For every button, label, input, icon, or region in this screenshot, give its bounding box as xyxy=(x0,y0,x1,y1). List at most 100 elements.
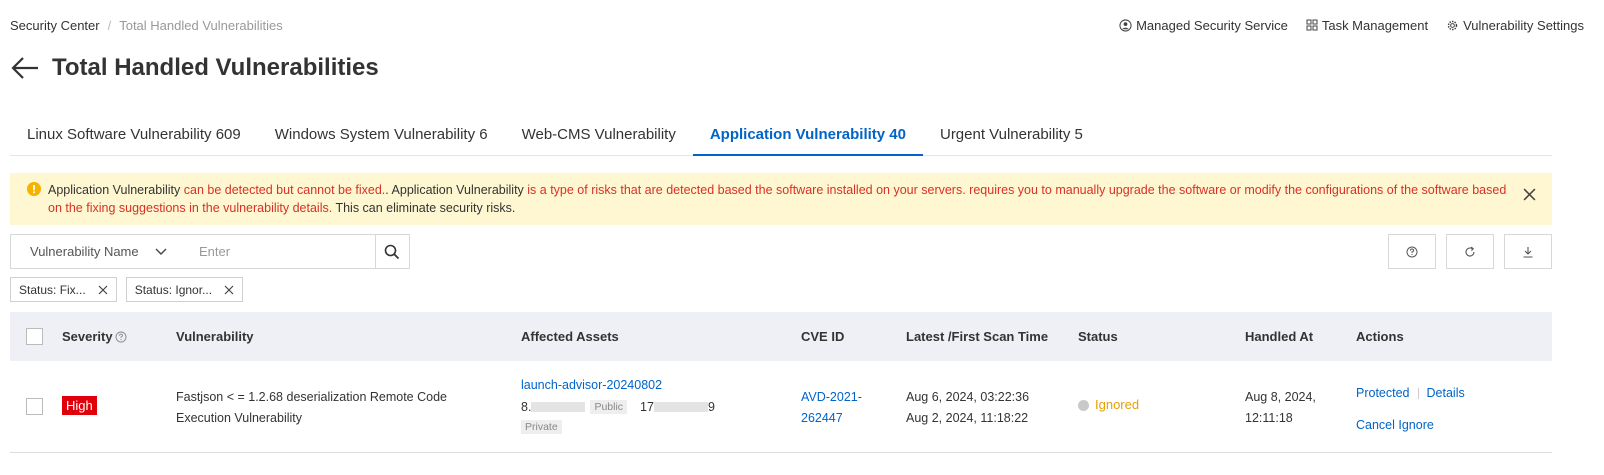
refresh-icon xyxy=(1465,246,1475,257)
alert-text-1: Application Vulnerability xyxy=(48,183,181,197)
table-row: High Fastjson < = 1.2.68 deserialization… xyxy=(10,361,1552,453)
header-vulnerability: Vulnerability xyxy=(176,329,254,344)
header-actions: Actions xyxy=(1356,329,1404,344)
breadcrumb-current: Total Handled Vulnerabilities xyxy=(119,17,283,33)
private-ip-prefix: 17 xyxy=(640,399,654,414)
filter-chips: Status: Fix... Status: Ignor... xyxy=(10,277,244,302)
handled-at-date: Aug 8, 2024, xyxy=(1245,390,1316,404)
vulnerability-name[interactable]: Fastjson < = 1.2.68 deserialization Remo… xyxy=(176,387,447,429)
search-button[interactable] xyxy=(374,235,409,268)
status-dot-icon xyxy=(1078,400,1089,412)
handled-at-time: 12:11:18 xyxy=(1245,411,1293,425)
filter-chip-status-ignored: Status: Ignor... xyxy=(125,277,244,302)
row-checkbox[interactable] xyxy=(26,398,43,415)
handled-at-cell: Aug 8, 2024, 12:11:18 xyxy=(1245,387,1316,429)
alert-text-2: can be detected but cannot be fixed. xyxy=(180,183,386,197)
masked-ip xyxy=(531,401,586,412)
user-circle-icon xyxy=(1119,18,1132,32)
select-all-checkbox[interactable] xyxy=(26,328,43,345)
top-bar: Security Center / Total Handled Vulnerab… xyxy=(10,16,1584,34)
gear-icon xyxy=(1447,20,1458,30)
chevron-down-icon xyxy=(155,248,167,255)
affected-assets-cell: launch-advisor-20240802 8. Public 17 9 P… xyxy=(521,376,715,437)
filter-field-select[interactable]: Vulnerability Name xyxy=(11,235,177,268)
breadcrumb-separator: / xyxy=(107,17,112,33)
task-management-label: Task Management xyxy=(1321,17,1429,33)
severity-cell: High xyxy=(62,396,97,415)
details-action[interactable]: Details xyxy=(1427,386,1465,400)
header-severity[interactable]: Severity xyxy=(62,329,127,344)
alert-text-4: is a type of risks that are detected bas… xyxy=(523,183,966,197)
tab-application[interactable]: Application Vulnerability 40 xyxy=(692,118,923,156)
managed-security-service-link[interactable]: Managed Security Service xyxy=(1119,18,1288,33)
asset-name-link[interactable]: launch-advisor-20240802 xyxy=(521,376,715,396)
download-icon xyxy=(1523,246,1533,258)
action-divider xyxy=(1417,387,1419,399)
scan-time-cell: Aug 6, 2024, 03:22:36 Aug 2, 2024, 11:18… xyxy=(906,387,1029,429)
public-tag: Public xyxy=(590,399,628,414)
alert-text-6: This can eliminate security risks. xyxy=(332,201,516,215)
info-alert: Application Vulnerability can be detecte… xyxy=(10,173,1552,225)
header-cve-id: CVE ID xyxy=(801,329,845,344)
vulnerability-settings-label: Vulnerability Settings xyxy=(1463,17,1584,33)
vulnerability-tabs: Linux Software Vulnerability 609 Windows… xyxy=(10,118,1552,156)
asset-ip-line: 8. Public 17 9 xyxy=(521,396,715,417)
public-ip-prefix: 8. xyxy=(521,399,532,414)
help-button[interactable] xyxy=(1388,234,1436,269)
page-title: Total Handled Vulnerabilities xyxy=(52,54,379,81)
tab-linux-software[interactable]: Linux Software Vulnerability 609 xyxy=(10,118,258,156)
help-circle-icon xyxy=(115,331,127,342)
header-severity-label: Severity xyxy=(62,329,113,344)
search-bar: Vulnerability Name xyxy=(10,234,410,269)
download-button[interactable] xyxy=(1504,234,1552,269)
actions-line: Protected Details xyxy=(1356,383,1465,403)
question-icon xyxy=(1406,246,1418,257)
protected-action[interactable]: Protected xyxy=(1356,386,1410,400)
tab-windows-system[interactable]: Windows System Vulnerability 6 xyxy=(258,118,505,156)
breadcrumb: Security Center / Total Handled Vulnerab… xyxy=(10,18,283,33)
actions-cell: Protected Details Cancel Ignore xyxy=(1356,383,1465,435)
severity-badge: High xyxy=(62,396,97,415)
vulnerability-settings-link[interactable]: Vulnerability Settings xyxy=(1446,18,1584,33)
private-ip-suffix: 9 xyxy=(707,399,715,414)
cancel-line: Cancel Ignore xyxy=(1356,415,1465,435)
private-tag: Private xyxy=(521,420,562,434)
header-status: Status xyxy=(1078,329,1118,344)
task-management-link[interactable]: Task Management xyxy=(1306,18,1428,33)
vulnerability-name-line-1: Fastjson < = 1.2.68 deserialization Remo… xyxy=(176,390,447,404)
cancel-ignore-action[interactable]: Cancel Ignore xyxy=(1356,418,1434,432)
breadcrumb-root[interactable]: Security Center xyxy=(10,18,100,33)
status-text: Ignored xyxy=(1095,397,1140,412)
filter-chip-status-fixed: Status: Fix... xyxy=(10,277,117,302)
cve-id-line-2: 262447 xyxy=(801,411,843,425)
header-affected-assets: Affected Assets xyxy=(521,329,619,344)
search-input[interactable] xyxy=(176,235,375,268)
chip-label: Status: Ignor... xyxy=(134,282,213,297)
alert-text-3: . Application Vulnerability xyxy=(385,183,524,197)
close-icon[interactable] xyxy=(1523,188,1536,206)
grid-icon xyxy=(1306,19,1318,31)
latest-scan-time: Aug 6, 2024, 03:22:36 xyxy=(906,390,1030,404)
top-links: Managed Security Service Task Management… xyxy=(1119,18,1584,33)
back-arrow-icon[interactable] xyxy=(10,56,40,80)
table-header: Severity Vulnerability Affected Assets C… xyxy=(10,312,1552,361)
masked-ip xyxy=(653,401,708,412)
tab-web-cms[interactable]: Web-CMS Vulnerability xyxy=(505,118,693,156)
header-handled-at: Handled At xyxy=(1245,329,1314,344)
search-icon xyxy=(385,244,400,259)
table-tools xyxy=(1388,234,1552,269)
cve-id-link[interactable]: AVD-2021- 262447 xyxy=(801,387,862,429)
page-header: Total Handled Vulnerabilities xyxy=(10,54,379,82)
first-scan-time: Aug 2, 2024, 11:18:22 xyxy=(906,411,1029,425)
header-scan-time: Latest /First Scan Time xyxy=(906,329,1049,344)
remove-chip-icon[interactable] xyxy=(98,285,108,295)
refresh-button[interactable] xyxy=(1446,234,1494,269)
remove-chip-icon[interactable] xyxy=(224,285,234,295)
chip-label: Status: Fix... xyxy=(19,282,86,297)
status-cell: Ignored xyxy=(1078,397,1139,412)
vulnerability-name-line-2: Execution Vulnerability xyxy=(176,411,302,425)
filter-field-label: Vulnerability Name xyxy=(30,244,139,259)
warning-icon xyxy=(27,182,41,196)
tab-urgent[interactable]: Urgent Vulnerability 5 xyxy=(923,118,1100,156)
managed-security-service-label: Managed Security Service xyxy=(1136,17,1288,33)
